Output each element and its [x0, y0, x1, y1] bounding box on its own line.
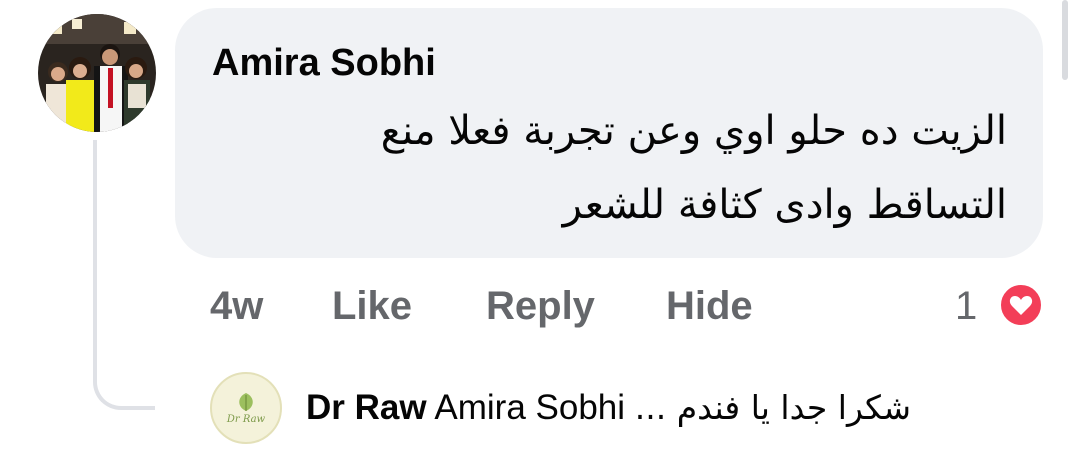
comment-text-line-1: الزيت ده حلو اوي وعن تجربة فعلا منع — [380, 108, 1007, 154]
comment-bubble: Amira Sobhi الزيت ده حلو اوي وعن تجربة ف… — [175, 8, 1043, 258]
comment-text: الزيت ده حلو اوي وعن تجربة فعلا منع التس… — [217, 94, 1007, 242]
comment-timestamp[interactable]: 4w — [210, 284, 263, 329]
reply-avatar-logo-text: Dr Raw — [226, 414, 266, 425]
scrollbar[interactable] — [1062, 0, 1068, 80]
reply-author[interactable]: Dr Raw — [306, 388, 427, 427]
comment-text-line-2: التساقط وادى كثافة للشعر — [562, 182, 1007, 228]
reply-preview[interactable]: Dr Raw Amira Sobhi شكرا جدا يا فندم ... — [306, 388, 911, 428]
reply-thread-line — [93, 140, 155, 410]
reply-snippet: شكرا جدا يا فندم ... — [634, 388, 912, 427]
leaf-logo-icon — [239, 393, 253, 411]
reply-mention[interactable]: Amira Sobhi — [434, 388, 625, 427]
comment-author[interactable]: Amira Sobhi — [212, 42, 436, 85]
hide-button[interactable]: Hide — [666, 284, 753, 329]
love-reaction-icon[interactable] — [998, 282, 1044, 328]
reply-author-avatar[interactable]: Dr Raw — [210, 372, 282, 444]
reply-button[interactable]: Reply — [486, 284, 595, 329]
commenter-photo — [38, 14, 156, 132]
commenter-avatar[interactable] — [38, 14, 156, 132]
heart-icon — [1009, 296, 1033, 315]
like-button[interactable]: Like — [332, 284, 412, 329]
reaction-count[interactable]: 1 — [955, 284, 977, 329]
